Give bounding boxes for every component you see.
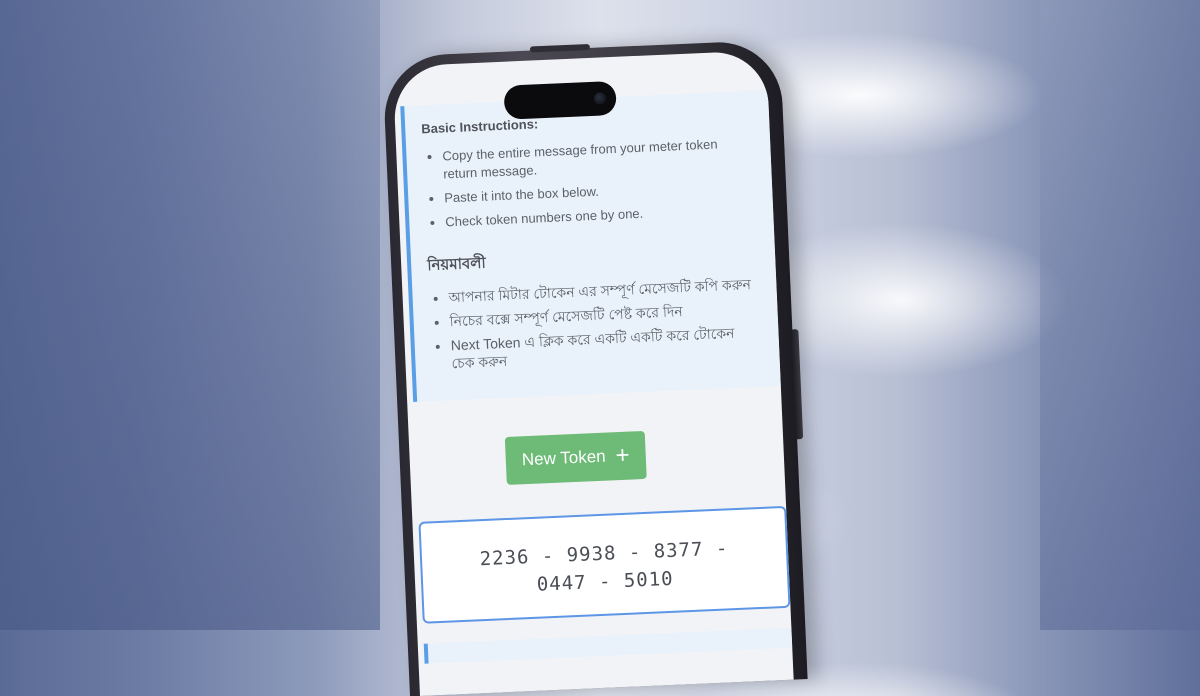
token-display[interactable]: 2236 - 9938 - 8377 - 0447 - 5010 xyxy=(418,505,791,624)
background-left xyxy=(0,0,380,630)
instructions-list: Copy the entire message from your meter … xyxy=(422,134,755,232)
token-value: 2236 - 9938 - 8377 - 0447 - 5010 xyxy=(479,537,729,596)
list-item: Copy the entire message from your meter … xyxy=(442,134,753,183)
plus-icon: + xyxy=(615,441,631,470)
instructions-card: Basic Instructions: Copy the entire mess… xyxy=(400,90,781,402)
new-token-label: New Token xyxy=(521,446,607,470)
instructions-bn-list: আপনার মিটার টোকেন এর সম্পূর্ণ মেসেজটি কপ… xyxy=(428,275,761,373)
background-right xyxy=(1040,0,1200,630)
phone-side-button xyxy=(790,329,804,440)
new-token-button[interactable]: New Token + xyxy=(504,430,647,485)
phone-screen: Basic Instructions: Copy the entire mess… xyxy=(392,50,794,696)
instructions-bn-title: নিয়মাবলী xyxy=(426,254,487,275)
dynamic-island xyxy=(503,80,617,120)
phone-top-button xyxy=(529,43,590,53)
camera-icon xyxy=(593,92,607,105)
list-item: Next Token এ ক্লিক করে একটি একটি করে টোক… xyxy=(450,323,761,372)
next-card xyxy=(423,627,793,664)
phone-frame: Basic Instructions: Copy the entire mess… xyxy=(382,39,808,696)
